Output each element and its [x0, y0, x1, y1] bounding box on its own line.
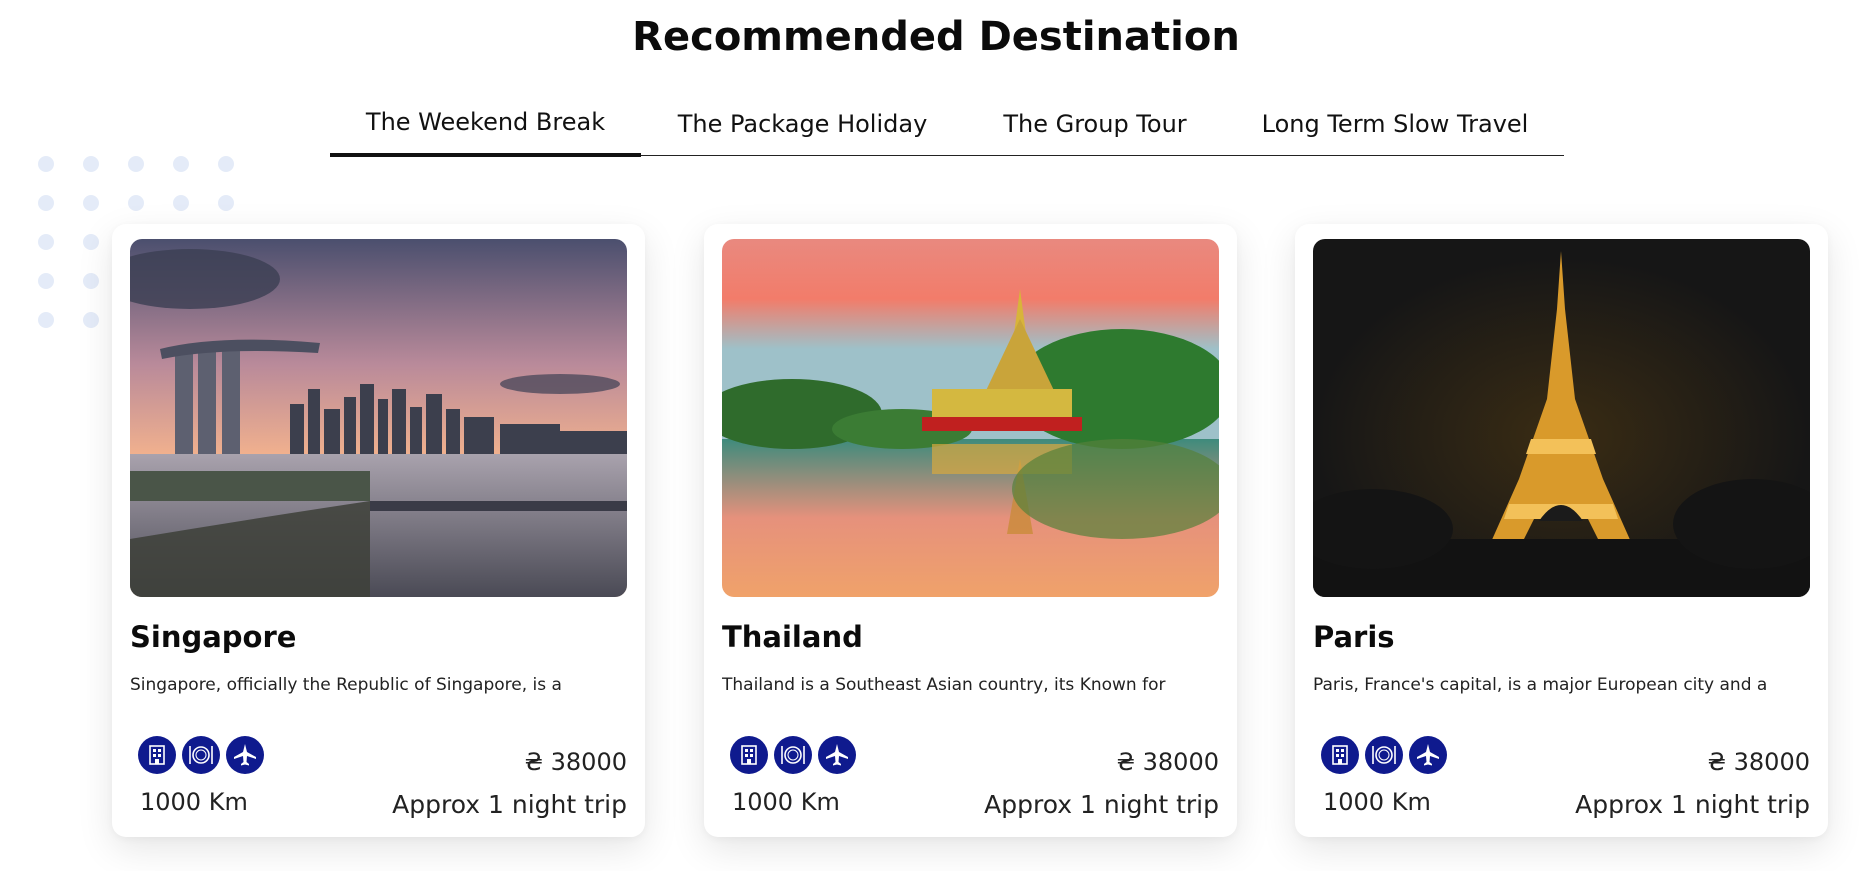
tab-long-term-slow-travel[interactable]: Long Term Slow Travel	[1226, 99, 1564, 155]
section-title: Recommended Destination	[632, 14, 1240, 60]
destination-card-singapore[interactable]: Singapore Singapore, officially the Repu…	[112, 224, 645, 837]
hotel-icon	[138, 736, 176, 774]
eiffel-tower-photo	[1313, 239, 1810, 597]
amenity-icons	[730, 736, 856, 774]
destination-description: Paris, France's capital, is a major Euro…	[1313, 675, 1768, 695]
amenity-icons	[1321, 736, 1447, 774]
trip-duration: Approx 1 night trip	[1575, 790, 1810, 819]
destination-tabs: The Weekend Break The Package Holiday Th…	[330, 99, 1564, 157]
singapore-skyline-photo	[130, 239, 627, 597]
dining-icon	[774, 736, 812, 774]
trip-distance: 1000 Km	[1323, 788, 1431, 816]
destination-name: Singapore	[130, 620, 297, 654]
destination-card-thailand[interactable]: Thailand Thailand is a Southeast Asian c…	[704, 224, 1237, 837]
trip-price: ₴ 38000	[1707, 748, 1810, 776]
destination-card-paris[interactable]: Paris Paris, France's capital, is a majo…	[1295, 224, 1828, 837]
destination-description: Singapore, officially the Republic of Si…	[130, 675, 562, 695]
flight-icon	[818, 736, 856, 774]
trip-duration: Approx 1 night trip	[392, 790, 627, 819]
trip-price: ₴ 38000	[524, 748, 627, 776]
dining-icon	[1365, 736, 1403, 774]
dining-icon	[182, 736, 220, 774]
destination-name: Thailand	[722, 620, 863, 654]
trip-price: ₴ 38000	[1116, 748, 1219, 776]
flight-icon	[1409, 736, 1447, 774]
thailand-temple-photo	[722, 239, 1219, 597]
tab-package-holiday[interactable]: The Package Holiday	[641, 99, 964, 155]
flight-icon	[226, 736, 264, 774]
trip-distance: 1000 Km	[732, 788, 840, 816]
amenity-icons	[138, 736, 264, 774]
destination-description: Thailand is a Southeast Asian country, i…	[722, 675, 1166, 695]
trip-distance: 1000 Km	[140, 788, 248, 816]
tab-group-tour[interactable]: The Group Tour	[964, 99, 1226, 155]
recommended-destination-section: Recommended Destination The Weekend Brea…	[0, 0, 1872, 871]
hotel-icon	[1321, 736, 1359, 774]
hotel-icon	[730, 736, 768, 774]
destination-name: Paris	[1313, 620, 1395, 654]
trip-duration: Approx 1 night trip	[984, 790, 1219, 819]
tab-weekend-break[interactable]: The Weekend Break	[330, 101, 641, 157]
